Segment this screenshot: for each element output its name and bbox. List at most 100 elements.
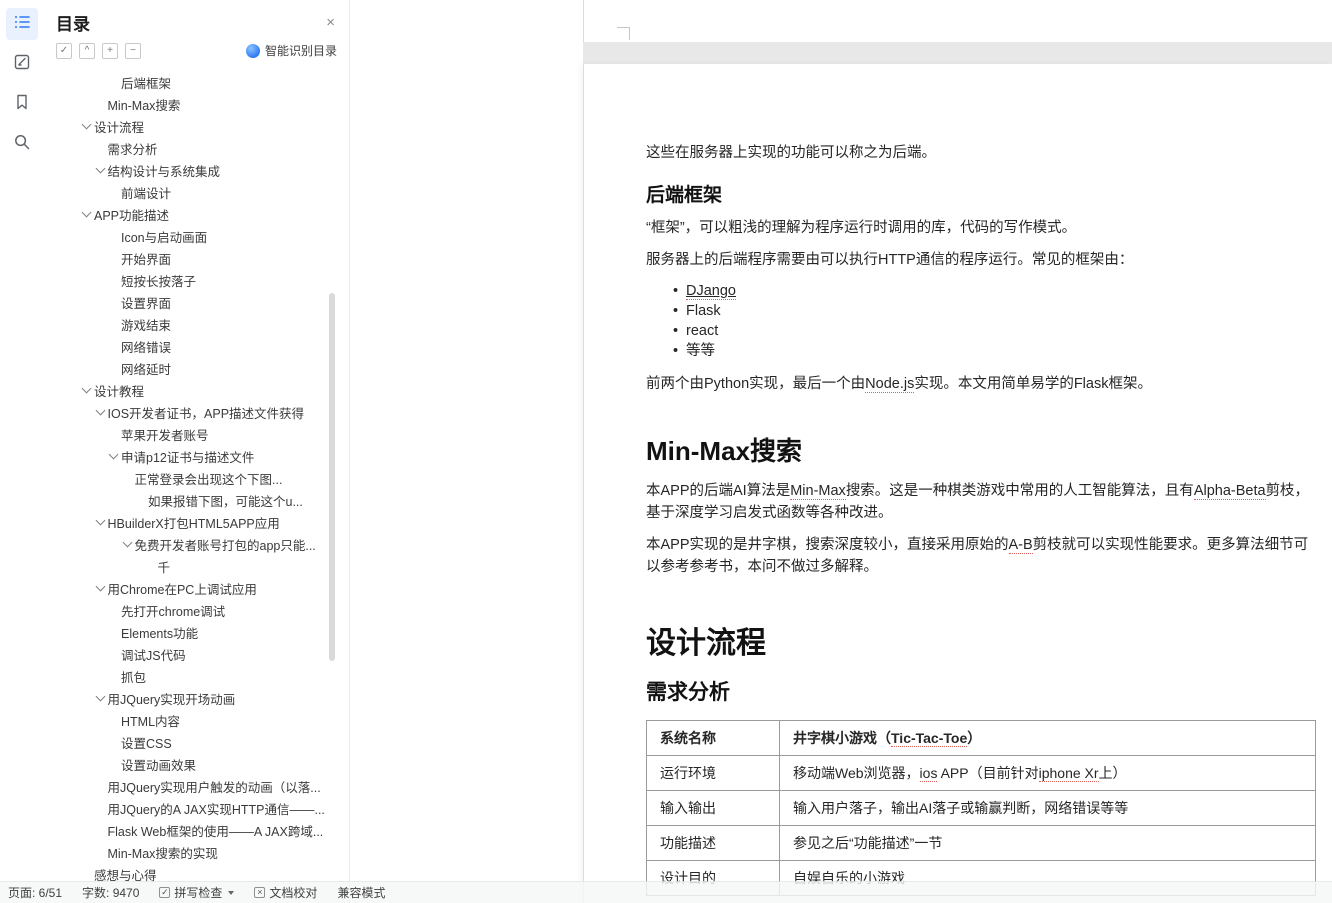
chevron-down-icon[interactable] xyxy=(94,163,108,177)
toc-item[interactable]: 苹果开发者账号 xyxy=(44,423,349,445)
toc-item[interactable]: 用Chrome在PC上调试应用 xyxy=(44,577,349,599)
page-indicator[interactable]: 页面: 6/51 xyxy=(8,884,62,901)
chevron-down-icon[interactable] xyxy=(107,449,121,463)
chevron-down-icon[interactable] xyxy=(80,207,94,221)
chevron-down-icon[interactable] xyxy=(228,890,235,895)
paragraph: “框架”，可以粗浅的理解为程序运行时调用的库，代码的写作模式。 xyxy=(646,220,1077,236)
toc-item-label: IOS开发者证书，APP描述文件获得 xyxy=(107,406,305,421)
toc-item[interactable]: 网络错误 xyxy=(44,335,349,357)
toc-item[interactable]: 如果报错下图，可能这个u... xyxy=(44,489,349,511)
toc-item-label: 用JQuery的A JAX实现HTTP通信——... xyxy=(107,802,325,817)
toc-item[interactable]: 设置动画效果 xyxy=(44,753,349,775)
chevron-down-icon[interactable] xyxy=(121,537,135,551)
toc-item-label: 免费开发者账号打包的app只能... xyxy=(134,538,316,553)
toc-item-label: 如果报错下图，可能这个u... xyxy=(148,494,303,509)
paragraph: 前两个由Python实现，最后一个由Node.js实现。本文用简单易学的Flas… xyxy=(646,376,1152,393)
toc-item[interactable]: 调试JS代码 xyxy=(44,643,349,665)
toc-item[interactable]: 短按长按落子 xyxy=(44,269,349,291)
toc-scrollbar[interactable] xyxy=(329,293,335,661)
toc-item[interactable]: 免费开发者账号打包的app只能... xyxy=(44,533,349,555)
toc-item-label: 短按长按落子 xyxy=(121,274,197,289)
toc-item-label: Icon与启动画面 xyxy=(121,230,208,245)
toc-item[interactable]: HBuilderX打包HTML5APP应用 xyxy=(44,511,349,533)
toc-item-label: 设计教程 xyxy=(94,384,145,399)
toc-item-label: 设置动画效果 xyxy=(121,758,197,773)
bullet-item: DJango xyxy=(646,281,1316,301)
toc-item-label: HTML内容 xyxy=(121,714,181,729)
spellcheck-mark: iphone Xr xyxy=(1038,765,1099,782)
toc-item-label: Elements功能 xyxy=(121,626,199,641)
toc-item-label: Min-Max搜索的实现 xyxy=(107,846,218,861)
document-area: 这些在服务器上实现的功能可以称之为后端。后端框架 “框架”，可以粗浅的理解为程序运… xyxy=(350,0,1332,903)
outline-panel-button[interactable] xyxy=(6,8,38,40)
chevron-down-icon[interactable] xyxy=(94,581,108,595)
toc-item-label: 设置界面 xyxy=(121,296,172,311)
toc-item[interactable]: Min-Max搜索 xyxy=(44,93,349,115)
toc-item[interactable]: 千 xyxy=(44,555,349,577)
chevron-down-icon[interactable] xyxy=(94,691,108,705)
toc-item[interactable]: 设计流程 xyxy=(44,115,349,137)
toc-item-label: 需求分析 xyxy=(107,142,158,157)
toc-tool-select-all-button[interactable]: ✓ xyxy=(56,42,72,59)
toc-item[interactable]: 用JQuery实现开场动画 xyxy=(44,687,349,709)
smart-identify-button[interactable]: 智能识别目录 xyxy=(245,42,337,59)
toc-item[interactable]: 需求分析 xyxy=(44,137,349,159)
toc-item[interactable]: Min-Max搜索的实现 xyxy=(44,841,349,863)
paragraph: 服务器上的后端程序需要由可以执行HTTP通信的程序运行。常见的框架由： xyxy=(646,252,1134,268)
table-row: 输入输出 输入用户落子，输出AI落子或输赢判断，网络错误等等 xyxy=(646,790,1316,826)
toc-item[interactable]: 后端框架 xyxy=(44,71,349,93)
toc-item-label: 设计流程 xyxy=(94,120,145,135)
toc-item[interactable]: APP功能描述 xyxy=(44,203,349,225)
close-icon[interactable]: × xyxy=(326,15,335,30)
heading: 后端框架 xyxy=(646,185,723,206)
bookmark-panel-button[interactable] xyxy=(6,88,38,120)
toc-item[interactable]: 用JQuery的A JAX实现HTTP通信——... xyxy=(44,797,349,819)
toc-item[interactable]: 结构设计与系统集成 xyxy=(44,159,349,181)
toc-tool-expand-level-button[interactable]: + xyxy=(102,42,118,59)
toc-item[interactable]: HTML内容 xyxy=(44,709,349,731)
toc-tool-collapse-all-button[interactable]: ^ xyxy=(79,42,95,59)
search-panel-button[interactable] xyxy=(6,128,38,160)
toc-item[interactable]: 游戏结束 xyxy=(44,313,349,335)
toc-item-label: Min-Max搜索 xyxy=(107,98,181,113)
toc-item[interactable]: 设置CSS xyxy=(44,731,349,753)
toc-item-label: 后端框架 xyxy=(121,76,172,91)
chevron-down-icon[interactable] xyxy=(94,515,108,529)
bullet-list: DJango Flask react 等等 xyxy=(646,281,1316,361)
toc-item[interactable]: Icon与启动画面 xyxy=(44,225,349,247)
toc-item[interactable]: 申请p12证书与描述文件 xyxy=(44,445,349,467)
spellcheck-mark: A-B xyxy=(1008,537,1033,554)
toc-item[interactable]: 用JQuery实现用户触发的动画（以落... xyxy=(44,775,349,797)
table-cell-value: 参见之后“功能描述”一节 xyxy=(779,825,1316,861)
toc-item[interactable]: 设置界面 xyxy=(44,291,349,313)
annotation-icon xyxy=(13,53,31,76)
toc-item[interactable]: 设计教程 xyxy=(44,379,349,401)
toc-item[interactable]: Elements功能 xyxy=(44,621,349,643)
toc-item-label: HBuilderX打包HTML5APP应用 xyxy=(107,516,280,531)
toc-tool-collapse-level-button[interactable]: − xyxy=(125,42,141,59)
word-count[interactable]: 字数: 9470 xyxy=(82,884,139,901)
toc-item[interactable]: 正常登录会出现这个下图... xyxy=(44,467,349,489)
toc-item[interactable]: 先打开chrome调试 xyxy=(44,599,349,621)
link[interactable]: DJango xyxy=(686,283,736,300)
compatibility-mode[interactable]: 兼容模式 xyxy=(337,884,385,901)
paragraph: 这些在服务器上实现的功能可以称之为后端。 xyxy=(646,145,936,161)
document-page[interactable]: 这些在服务器上实现的功能可以称之为后端。后端框架 “框架”，可以粗浅的理解为程序运… xyxy=(583,64,1332,903)
chevron-down-icon[interactable] xyxy=(94,405,108,419)
toc-item-label: 正常登录会出现这个下图... xyxy=(134,472,283,487)
proofread-toggle[interactable]: × 文档校对 xyxy=(254,884,317,901)
toc-item[interactable]: 抓包 xyxy=(44,665,349,687)
toc-item[interactable]: 开始界面 xyxy=(44,247,349,269)
toc-item[interactable]: 网络延时 xyxy=(44,357,349,379)
toc-item-label: 先打开chrome调试 xyxy=(121,604,226,619)
search-icon xyxy=(13,133,31,156)
annotation-panel-button[interactable] xyxy=(6,48,38,80)
toc-item[interactable]: Flask Web框架的使用——A JAX跨域... xyxy=(44,819,349,841)
chevron-down-icon[interactable] xyxy=(80,119,94,133)
toc-item[interactable]: IOS开发者证书，APP描述文件获得 xyxy=(44,401,349,423)
page-gap xyxy=(583,42,1332,64)
chevron-down-icon[interactable] xyxy=(80,383,94,397)
toc-item[interactable]: 前端设计 xyxy=(44,181,349,203)
spellcheck-mark: Alpha-Beta xyxy=(1193,483,1266,500)
spellcheck-toggle[interactable]: ✓ 拼写检查 xyxy=(159,884,235,901)
